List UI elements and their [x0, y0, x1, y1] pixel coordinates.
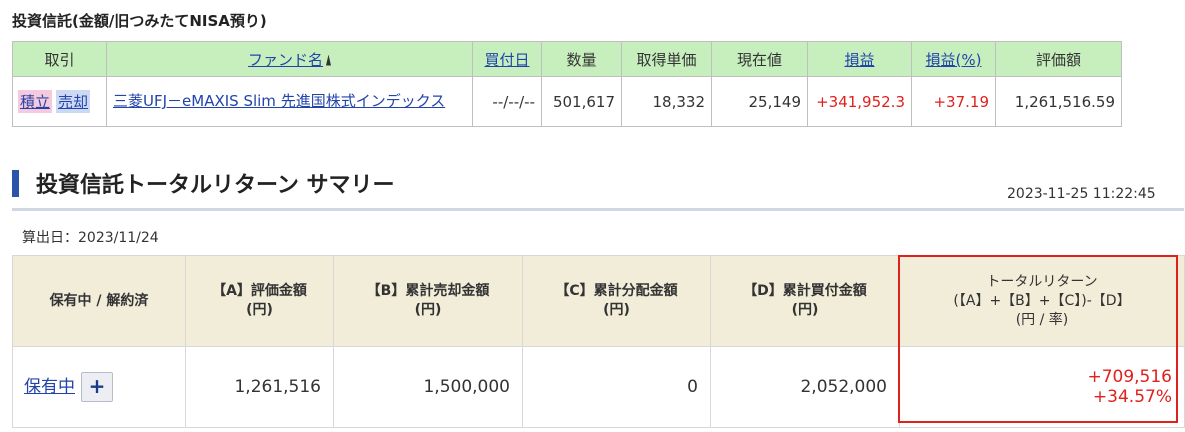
unit-cost-cell: 18,332: [621, 76, 712, 127]
col-d-purchased: 【D】累計買付金額 (円): [710, 255, 900, 347]
col-c-label: 【C】累計分配金額: [555, 283, 678, 299]
calculation-date: 算出日：2023/11/24: [22, 230, 159, 246]
col-buy-date[interactable]: 買付日: [472, 41, 542, 77]
section-divider: [12, 208, 1184, 211]
col-quantity: 数量: [541, 41, 622, 77]
a-valuation-cell: 1,261,516: [185, 346, 334, 428]
d-purchased-cell: 2,052,000: [710, 346, 900, 428]
col-fund-name[interactable]: ファンド名: [106, 41, 473, 77]
col-c-unit: (円): [603, 302, 630, 318]
b-sold-cell: 1,500,000: [333, 346, 523, 428]
col-profit[interactable]: 損益: [807, 41, 912, 77]
fund-name-link[interactable]: 三菱UFJ－eMAXIS Slim 先進国株式インデックス: [113, 92, 466, 111]
timestamp: 2023-11-25 11:22:45: [1007, 186, 1156, 202]
expand-plus-button[interactable]: +: [81, 372, 113, 402]
total-return-highlight-box: [898, 255, 1178, 423]
trade-cell: 積立 売却: [12, 76, 107, 127]
section-accent-bar: [12, 170, 19, 197]
profit-pct-cell: +37.19: [911, 76, 996, 127]
sort-fund-name-link[interactable]: ファンド名: [248, 51, 323, 69]
col-d-unit: (円): [791, 302, 819, 318]
table-row: 積立 売却 三菱UFJ－eMAXIS Slim 先進国株式インデックス --/--…: [12, 76, 1122, 127]
c-distribution-cell: 0: [522, 346, 711, 428]
fund-name-cell: 三菱UFJ－eMAXIS Slim 先進国株式インデックス: [106, 76, 473, 127]
status-cell: 保有中 +: [12, 346, 186, 428]
col-unit-cost: 取得単価: [621, 41, 712, 77]
col-c-distribution: 【C】累計分配金額 (円): [522, 255, 711, 347]
profit-cell: +341,952.3: [807, 76, 912, 127]
current-price-cell: 25,149: [711, 76, 808, 127]
sort-profit-pct-link[interactable]: 損益(%): [926, 51, 982, 69]
holdings-table: 取引 ファンド名 買付日 数量 取得単価 現在値 損益 損益(%) 評価額 積立…: [12, 41, 1122, 127]
sort-icon: [326, 54, 331, 66]
col-valuation: 評価額: [995, 41, 1122, 77]
col-trade: 取引: [12, 41, 107, 77]
col-d-label: 【D】累計買付金額: [743, 283, 867, 299]
buy-date-cell: --/--/--: [472, 76, 542, 127]
holding-status-link[interactable]: 保有中: [24, 377, 75, 397]
sort-profit-link[interactable]: 損益: [844, 51, 874, 69]
sort-buy-date-link[interactable]: 買付日: [484, 51, 529, 69]
accumulate-button[interactable]: 積立: [18, 90, 53, 113]
sell-button[interactable]: 売却: [56, 90, 91, 113]
quantity-cell: 501,617: [541, 76, 622, 127]
col-a-label: 【A】評価金額: [212, 283, 307, 299]
valuation-cell: 1,261,516.59: [995, 76, 1122, 127]
col-a-valuation: 【A】評価金額 (円): [185, 255, 334, 347]
col-profit-pct[interactable]: 損益(%): [911, 41, 996, 77]
summary-section-title: 投資信託トータルリターン サマリー: [36, 173, 395, 198]
col-a-unit: (円): [246, 302, 273, 318]
holdings-header-row: 取引 ファンド名 買付日 数量 取得単価 現在値 損益 損益(%) 評価額: [12, 41, 1122, 77]
col-current-price: 現在値: [711, 41, 808, 77]
col-status: 保有中 / 解約済: [12, 255, 186, 347]
col-b-label: 【B】累計売却金額: [366, 283, 490, 299]
col-b-sold: 【B】累計売却金額 (円): [333, 255, 523, 347]
col-b-unit: (円): [414, 302, 442, 318]
holdings-section-title: 投資信託(金額/旧つみたてNISA預り): [12, 12, 267, 30]
